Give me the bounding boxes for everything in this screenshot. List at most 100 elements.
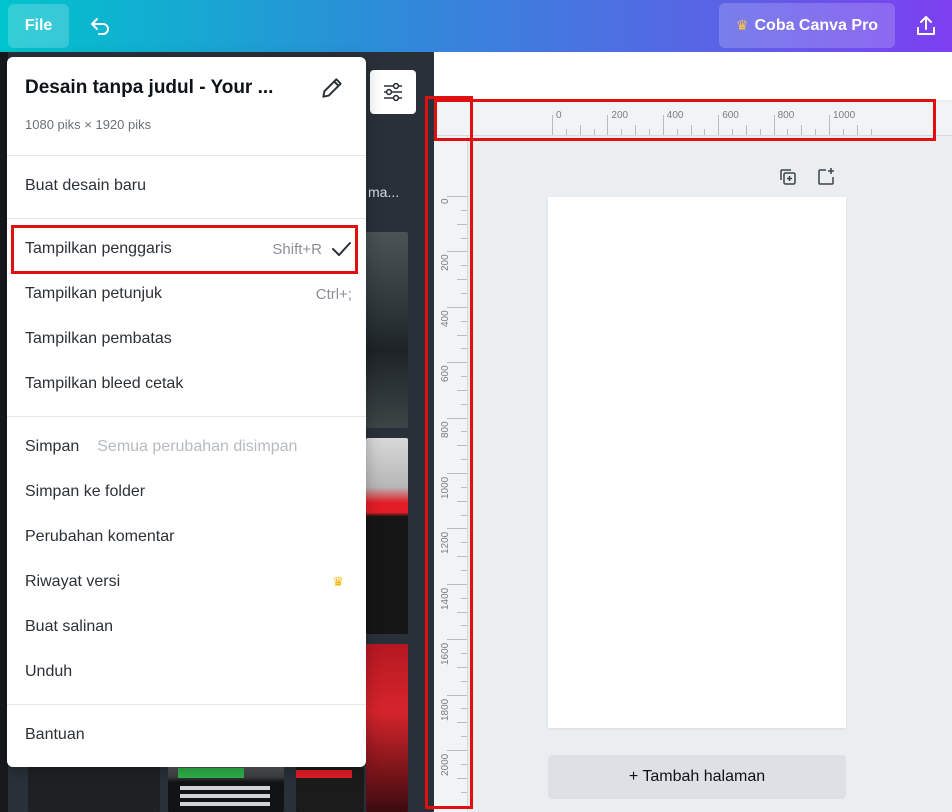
menu-item-make-copy[interactable]: Buat salinan xyxy=(7,607,366,647)
ruler-major-tick xyxy=(447,417,467,419)
ruler-major-tick xyxy=(662,115,664,135)
menu-divider xyxy=(7,155,366,156)
menu-item-download[interactable]: Unduh xyxy=(7,652,366,692)
ruler-major-tick xyxy=(447,306,467,308)
template-thumbnail[interactable] xyxy=(28,762,160,812)
ruler-minor-tick xyxy=(461,736,467,738)
editor-toolbar xyxy=(434,52,952,100)
ruler-minor-tick xyxy=(745,125,747,135)
panel-section-heading: ma... xyxy=(368,184,400,200)
ruler-minor-tick xyxy=(461,542,467,544)
sliders-icon xyxy=(384,82,402,102)
ruler-minor-tick xyxy=(579,125,581,135)
template-thumbnail[interactable] xyxy=(296,762,364,812)
check-icon xyxy=(332,242,351,256)
ruler-label: 1000 xyxy=(440,476,451,499)
menu-item-save[interactable]: Simpan Semua perubahan disimpan xyxy=(7,427,366,467)
ruler-major-tick xyxy=(607,115,609,135)
ruler-major-tick xyxy=(447,362,467,364)
ruler-minor-tick xyxy=(461,597,467,599)
template-thumbnail[interactable] xyxy=(366,644,408,812)
menu-item-show-margins[interactable]: Tampilkan pembatas xyxy=(7,319,366,359)
ruler-label: 200 xyxy=(611,110,629,121)
template-thumbnail[interactable] xyxy=(366,438,408,634)
menu-item-version-history[interactable]: Riwayat versi ♛ xyxy=(7,562,366,602)
undo-icon xyxy=(91,18,109,35)
ruler-minor-tick xyxy=(457,334,467,336)
shortcut-label: Ctrl+; xyxy=(315,285,352,303)
design-page[interactable] xyxy=(548,197,846,728)
share-button[interactable] xyxy=(906,6,946,46)
ruler-minor-tick xyxy=(787,129,789,135)
ruler-major-tick xyxy=(552,115,553,135)
pencil-icon[interactable] xyxy=(319,75,345,101)
add-page-icon[interactable] xyxy=(816,167,836,187)
template-thumbnail[interactable] xyxy=(366,232,408,428)
ruler-major-tick xyxy=(447,639,467,641)
file-button[interactable]: File xyxy=(8,4,69,48)
try-canva-pro-button[interactable]: ♛ Coba Canva Pro xyxy=(719,3,895,48)
ruler-label: 400 xyxy=(440,310,451,327)
menu-item-show-guides[interactable]: Tampilkan petunjuk Ctrl+; xyxy=(7,274,366,314)
ruler-minor-tick xyxy=(461,292,467,294)
ruler-minor-tick xyxy=(457,445,467,447)
ruler-minor-tick xyxy=(621,129,623,135)
ruler-minor-tick xyxy=(801,125,803,135)
menu-item-save-to-folder[interactable]: Simpan ke folder xyxy=(7,472,366,512)
ruler-major-tick xyxy=(718,115,720,135)
ruler-minor-tick xyxy=(461,680,467,682)
ruler-label: 800 xyxy=(440,420,451,438)
ruler-minor-tick xyxy=(842,129,844,135)
ruler-label: 800 xyxy=(777,110,795,121)
menu-item-new-design[interactable]: Buat desain baru xyxy=(7,166,366,206)
ruler-minor-tick xyxy=(593,129,595,135)
ruler-minor-tick xyxy=(690,125,692,135)
ruler-label: 1800 xyxy=(440,698,451,721)
ruler-label: 1200 xyxy=(440,532,451,555)
filter-button[interactable] xyxy=(370,70,416,114)
ruler-major-tick xyxy=(773,115,775,135)
ruler-minor-tick xyxy=(759,129,761,135)
ruler-major-tick xyxy=(447,750,467,751)
undo-button[interactable] xyxy=(80,6,120,46)
menu-item-show-print-bleed[interactable]: Tampilkan bleed cetak xyxy=(7,364,366,404)
ruler-label: 0 xyxy=(556,110,562,121)
ruler-minor-tick xyxy=(461,265,467,267)
ruler-minor-tick xyxy=(461,625,467,627)
ruler-minor-tick xyxy=(461,237,467,239)
ruler-major-tick xyxy=(447,251,467,253)
menu-item-comment-changes[interactable]: Perubahan komentar xyxy=(7,517,366,557)
horizontal-ruler: 0 200 400 600 800 1000 xyxy=(434,102,952,136)
ruler-minor-tick xyxy=(457,777,467,779)
menu-divider xyxy=(7,416,366,417)
editor-area: 0 200 400 600 800 1000 0 200 400 600 800 1000 1200 1… xyxy=(434,52,952,812)
add-page-button[interactable]: + Tambah halaman xyxy=(548,755,846,799)
upload-icon xyxy=(917,16,935,35)
pro-button-label: Coba Canva Pro xyxy=(754,16,879,34)
ruler-label: 600 xyxy=(722,110,739,121)
ruler-minor-tick xyxy=(461,209,467,211)
ruler-minor-tick xyxy=(457,722,467,724)
ruler-minor-tick xyxy=(635,125,637,135)
design-title[interactable]: Desain tanpa judul - Your ... xyxy=(25,77,273,99)
ruler-minor-tick xyxy=(648,129,650,135)
ruler-major-tick xyxy=(829,115,830,135)
duplicate-page-icon[interactable] xyxy=(778,167,798,187)
ruler-label: 600 xyxy=(440,365,451,383)
template-thumbnail[interactable] xyxy=(168,762,284,812)
menu-divider xyxy=(7,704,366,705)
menu-item-help[interactable]: Bantuan xyxy=(7,715,366,755)
ruler-major-tick xyxy=(447,694,467,696)
shortcut-label: Shift+R xyxy=(272,240,322,258)
save-status: Semua perubahan disimpan xyxy=(97,438,298,455)
ruler-minor-tick xyxy=(457,611,467,613)
ruler-minor-tick xyxy=(461,653,467,655)
ruler-minor-tick xyxy=(732,129,734,135)
menu-item-show-rulers[interactable]: Tampilkan penggaris Shift+R xyxy=(7,229,366,269)
ruler-minor-tick xyxy=(457,223,467,225)
ruler-label: 0 xyxy=(440,198,451,204)
ruler-major-tick xyxy=(447,528,467,530)
ruler-minor-tick xyxy=(457,500,467,502)
ruler-major-tick xyxy=(447,583,467,585)
ruler-minor-tick xyxy=(457,279,467,281)
